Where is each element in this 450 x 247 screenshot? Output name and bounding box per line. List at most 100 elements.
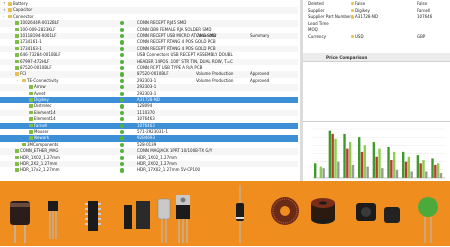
price-comparison-chart [303,121,450,182]
price-bar [416,155,420,178]
status-ok-icon [120,85,125,90]
price-bar [395,169,399,178]
price-bar [407,156,411,178]
part-icon [28,117,33,121]
status-ok-icon [120,59,125,64]
price-chart-svg [313,128,445,179]
price-bar [334,138,337,178]
status-ok-icon [120,53,125,58]
price-bar [331,133,334,178]
price-bar [390,160,393,178]
axial-diode-icon [236,185,244,243]
price-panel-title: Price Comparison [326,55,368,60]
property-value-2[interactable]: Farnell [417,8,430,14]
toroidal-coil-icon [271,197,299,225]
part-icon [28,130,33,134]
part-icon [28,110,33,115]
property-value[interactable]: False [355,1,365,7]
property-row[interactable]: MOQ [303,27,450,33]
price-bar [402,151,405,178]
property-row[interactable]: Deleted False False [303,1,450,7]
expand-toggle-icon[interactable]: + [3,1,6,5]
part-icon [14,46,19,51]
property-key: Deleted [308,1,324,6]
status-ok-icon [120,136,125,141]
part-icon [28,91,33,96]
price-bar [351,164,355,178]
expand-toggle-icon[interactable]: - [3,14,6,18]
property-value-2[interactable]: 107646 [417,14,432,20]
sot-transistor-icon [48,201,58,239]
price-panel-header: Price Comparison [303,53,450,62]
part-icon [28,123,33,128]
status-ok-icon [120,162,125,167]
property-value-2[interactable]: GBP [417,34,425,40]
property-row[interactable]: Supplier Digikey Farnell [303,8,450,14]
tree-row[interactable]: HDR_17x2_1.27mm HDR_17X02_1.27mm 5V-CP100 [0,167,298,173]
status-ok-icon [120,40,125,45]
folder-icon [7,8,12,13]
property-value[interactable]: USD [355,34,364,40]
price-bar [439,173,443,178]
part-icon [14,27,19,32]
price-bar [319,166,323,178]
part-icon [14,21,19,25]
status-ok-icon [120,98,125,103]
expand-toggle-icon[interactable]: - [10,72,13,76]
price-bar [366,166,369,178]
property-value[interactable]: A31728-ND [355,14,378,20]
expand-toggle-icon[interactable]: + [3,8,6,12]
property-value-2[interactable]: False [417,1,427,7]
price-bar [363,145,367,178]
status-ok-icon [120,27,125,32]
property-value[interactable]: Digikey [355,8,370,14]
part-icon [14,53,19,57]
status-ok-icon [120,21,125,26]
dip-ic-icon [85,201,150,231]
expand-toggle-icon[interactable]: - [17,78,20,82]
crystal-icon [157,198,171,243]
price-bar [434,164,437,178]
price-bar [348,142,352,178]
price-bar [392,151,396,178]
price-bar [387,146,390,178]
price-bar [337,161,340,178]
price-bar [436,163,440,178]
property-row[interactable]: Currency USD GBP [303,34,450,40]
property-row[interactable]: Supplier Part Number A31728-ND 107646 [303,14,450,20]
part-icon [14,168,19,173]
property-icon [351,8,355,12]
radial-inductor-icon [10,201,30,243]
part-icon [14,66,19,70]
price-bar [422,160,425,178]
property-row[interactable]: Lead Time [303,21,450,27]
component-tree[interactable]: + Battery + Capacitor - Connector 1002644R-001… [0,0,298,181]
status-ok-icon [120,72,125,77]
product-banner [0,181,450,246]
status-ok-icon [120,117,125,122]
property-key: Supplier Part Number [308,14,351,20]
part-icon [28,85,33,89]
price-bar [410,171,413,178]
status-ok-icon [120,110,125,116]
supplier-properties-grid[interactable]: Deleted False False Supplier Digikey Farnell S… [303,0,450,46]
status-ok-icon [120,66,125,71]
price-bar [375,156,378,178]
property-icon [351,15,355,19]
